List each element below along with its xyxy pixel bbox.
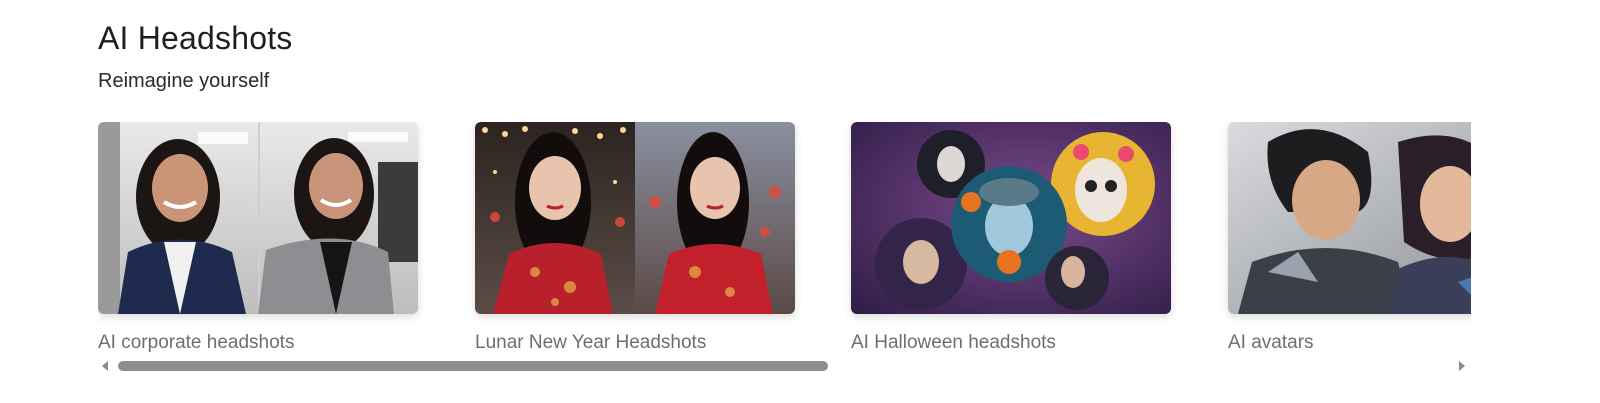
page-subtitle: Reimagine yourself	[98, 70, 270, 92]
triangle-right-icon[interactable]	[1459, 361, 1465, 371]
lunar-new-year-photo	[475, 122, 795, 314]
card-label[interactable]: AI Halloween headshots	[851, 332, 1056, 354]
card-avatars[interactable]: AI avatars	[1228, 122, 1471, 353]
avatars-image[interactable]	[1228, 122, 1471, 314]
page-title: AI Headshots	[98, 20, 293, 56]
scrollbar-thumb[interactable]	[118, 361, 828, 371]
carousel-track: AI corporate headshots Lunar New Year He…	[98, 122, 1471, 362]
card-corporate-headshots[interactable]: AI corporate headshots	[98, 122, 418, 353]
card-label[interactable]: AI corporate headshots	[98, 332, 294, 354]
card-halloween[interactable]: AI Halloween headshots	[851, 122, 1171, 353]
triangle-left-icon[interactable]	[102, 361, 108, 371]
corporate-headshot-image[interactable]	[98, 122, 418, 314]
headshot-carousel[interactable]: AI corporate headshots Lunar New Year He…	[98, 122, 1471, 362]
card-label[interactable]: Lunar New Year Headshots	[475, 332, 706, 354]
card-lunar-new-year[interactable]: Lunar New Year Headshots	[475, 122, 795, 353]
card-label[interactable]: AI avatars	[1228, 332, 1314, 354]
avatar-artwork	[1228, 122, 1471, 314]
corporate-headshot-photo	[98, 122, 418, 314]
horizontal-scrollbar[interactable]	[98, 359, 1471, 373]
lunar-new-year-image[interactable]	[475, 122, 795, 314]
halloween-image[interactable]	[851, 122, 1171, 314]
halloween-photo	[851, 122, 1171, 314]
